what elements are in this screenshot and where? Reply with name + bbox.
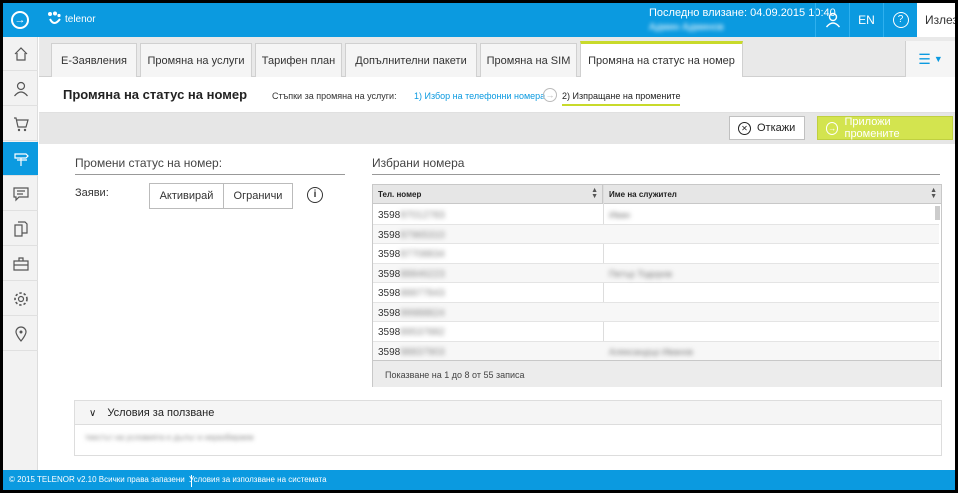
services-icon (13, 152, 29, 166)
sidebar-item-settings[interactable] (3, 282, 38, 316)
table-row[interactable]: 359888846223 Петър Тодоров (373, 263, 939, 283)
cancel-button[interactable]: ✕ Откажи (729, 116, 805, 140)
tab-additional-packages[interactable]: Допълнителни пакети (345, 43, 477, 77)
employee-cell: Иван (609, 210, 631, 220)
telenor-logo[interactable]: telenor (47, 11, 96, 27)
phone-cell: 359889537882 (378, 327, 445, 338)
app-window: → telenor Последно влизане: 04.09.2015 1… (3, 3, 955, 490)
table-row[interactable]: 359887012783 Иван (373, 205, 939, 225)
tab-list-button[interactable]: ☰ ▼ (905, 41, 955, 77)
tab-bar: E-Заявления Промяна на услуги Тарифен пл… (39, 37, 955, 78)
activate-button[interactable]: Активирай (149, 183, 224, 209)
sort-icon: ▲ ▼ (930, 187, 937, 200)
arrow-right-circle-icon: → (826, 121, 839, 135)
table-row[interactable]: 359889537882 (373, 322, 939, 342)
close-circle-icon: ✕ (738, 121, 751, 135)
profile-button[interactable] (815, 3, 849, 37)
tab-e-applications[interactable]: E-Заявления (51, 43, 137, 77)
chevron-down-icon: ∨ (89, 408, 97, 419)
phone-cell: 359888877843 (378, 288, 445, 299)
steps-label: Стъпки за промяна на услуги: (272, 91, 397, 101)
location-icon (14, 325, 27, 342)
arrow-right-icon: → (543, 88, 557, 102)
terms-title: Условия за ползване (107, 407, 215, 419)
apply-changes-button[interactable]: → Приложи промените (817, 116, 953, 140)
help-button[interactable]: ? (883, 3, 917, 37)
section-title: Промени статус на номер: (75, 156, 345, 175)
brand-name: telenor (65, 13, 96, 25)
numbers-table: Тел. номер ▲ ▼ Име на служител ▲ ▼ 3598870… (372, 184, 942, 387)
logout-button[interactable]: Излез (917, 3, 955, 37)
home-icon (14, 46, 27, 61)
section-title: Избрани номера (372, 156, 940, 175)
step-2-current: 2) Изпращане на промените (562, 91, 681, 106)
phone-cell: 359887012783 (378, 210, 445, 221)
table-info: Показване на 1 до 8 от 55 записа (373, 360, 941, 387)
table-row[interactable]: 359898837903 Александър Иванов (373, 341, 939, 361)
user-name: Админ Админов (649, 22, 724, 33)
table-row[interactable]: 359887965310 (373, 224, 939, 244)
cart-icon (13, 116, 29, 131)
system-terms-link[interactable]: Условия за използване на системата (189, 475, 327, 484)
page-title: Промяна на статус на номер (63, 87, 248, 102)
sidebar-item-documents[interactable] (3, 212, 38, 246)
column-header-employee[interactable]: Име на служител ▲ ▼ (604, 185, 941, 204)
sidebar-item-messages[interactable] (3, 177, 38, 211)
tab-change-number-status[interactable]: Промяна на статус на номер (580, 41, 743, 78)
sidebar-item-shop[interactable] (3, 107, 38, 141)
employee-cell: Александър Иванов (609, 346, 693, 357)
settings-icon (13, 291, 28, 306)
terms-header[interactable]: ∨ Условия за ползване (75, 401, 941, 425)
phone-cell: 359898837903 (378, 346, 445, 358)
telenor-logo-icon (48, 11, 61, 24)
sidebar-item-services[interactable] (3, 142, 38, 176)
sidebar-item-home[interactable] (3, 37, 38, 71)
tab-change-sim[interactable]: Промяна на SIM (480, 43, 577, 77)
footer: © 2015 TELENOR v2.10 Всички права запазе… (3, 470, 955, 490)
action-bar: ✕ Откажи → Приложи промените (39, 113, 955, 144)
messages-icon (12, 186, 29, 201)
step-1-link[interactable]: 1) Избор на телефонни номера (414, 91, 545, 101)
cancel-label: Откажи (757, 122, 796, 134)
sidebar-item-profile[interactable] (3, 72, 38, 106)
phone-cell: 359887965310 (378, 229, 445, 241)
sort-icon: ▲ ▼ (591, 187, 598, 200)
sidebar (3, 37, 38, 470)
list-icon: ☰ (918, 50, 931, 67)
sidebar-item-location[interactable] (3, 317, 38, 351)
table-row[interactable]: 359899988824 (373, 302, 939, 322)
caret-down-icon: ▼ (933, 54, 943, 64)
column-header-label: Име на служител (609, 190, 677, 199)
claim-label: Заяви: (75, 187, 109, 199)
phone-cell: 359887708834 (378, 249, 445, 260)
help-icon: ? (892, 12, 909, 28)
documents-icon (13, 220, 28, 237)
terms-accordion: ∨ Условия за ползване текстът на условия… (74, 400, 942, 456)
info-icon[interactable]: i (307, 187, 323, 203)
copyright-text: © 2015 TELENOR v2.10 Всички права запазе… (3, 475, 192, 487)
apply-label: Приложи промените (844, 116, 900, 140)
phone-cell: 359888846223 (378, 268, 445, 280)
column-header-label: Тел. номер (378, 190, 422, 199)
employee-cell: Петър Тодоров (609, 268, 673, 279)
user-icon (13, 81, 28, 96)
column-header-phone[interactable]: Тел. номер ▲ ▼ (373, 185, 603, 204)
last-login-text: Последно влизане: 04.09.2015 10:40 (649, 7, 836, 19)
phone-cell: 359899988824 (378, 307, 445, 319)
briefcase-icon (12, 256, 29, 271)
menu-toggle-button[interactable]: → (3, 3, 37, 37)
table-row[interactable]: 359888877843 (373, 283, 939, 303)
sidebar-item-business[interactable] (3, 247, 38, 281)
language-button[interactable]: EN (849, 3, 883, 37)
terms-body: текстът на условията е дълъг и неразбира… (85, 433, 254, 442)
page-header: Промяна на статус на номер Стъпки за про… (39, 77, 955, 113)
limit-button[interactable]: Ограничи (223, 183, 293, 209)
table-row[interactable]: 359887708834 (373, 244, 939, 264)
user-icon (825, 12, 840, 28)
tab-tariff-plan[interactable]: Тарифен план (255, 43, 342, 77)
tab-change-services[interactable]: Промяна на услуги (140, 43, 252, 77)
top-bar: → telenor Последно влизане: 04.09.2015 1… (3, 3, 955, 37)
arrow-right-icon: → (11, 11, 29, 29)
